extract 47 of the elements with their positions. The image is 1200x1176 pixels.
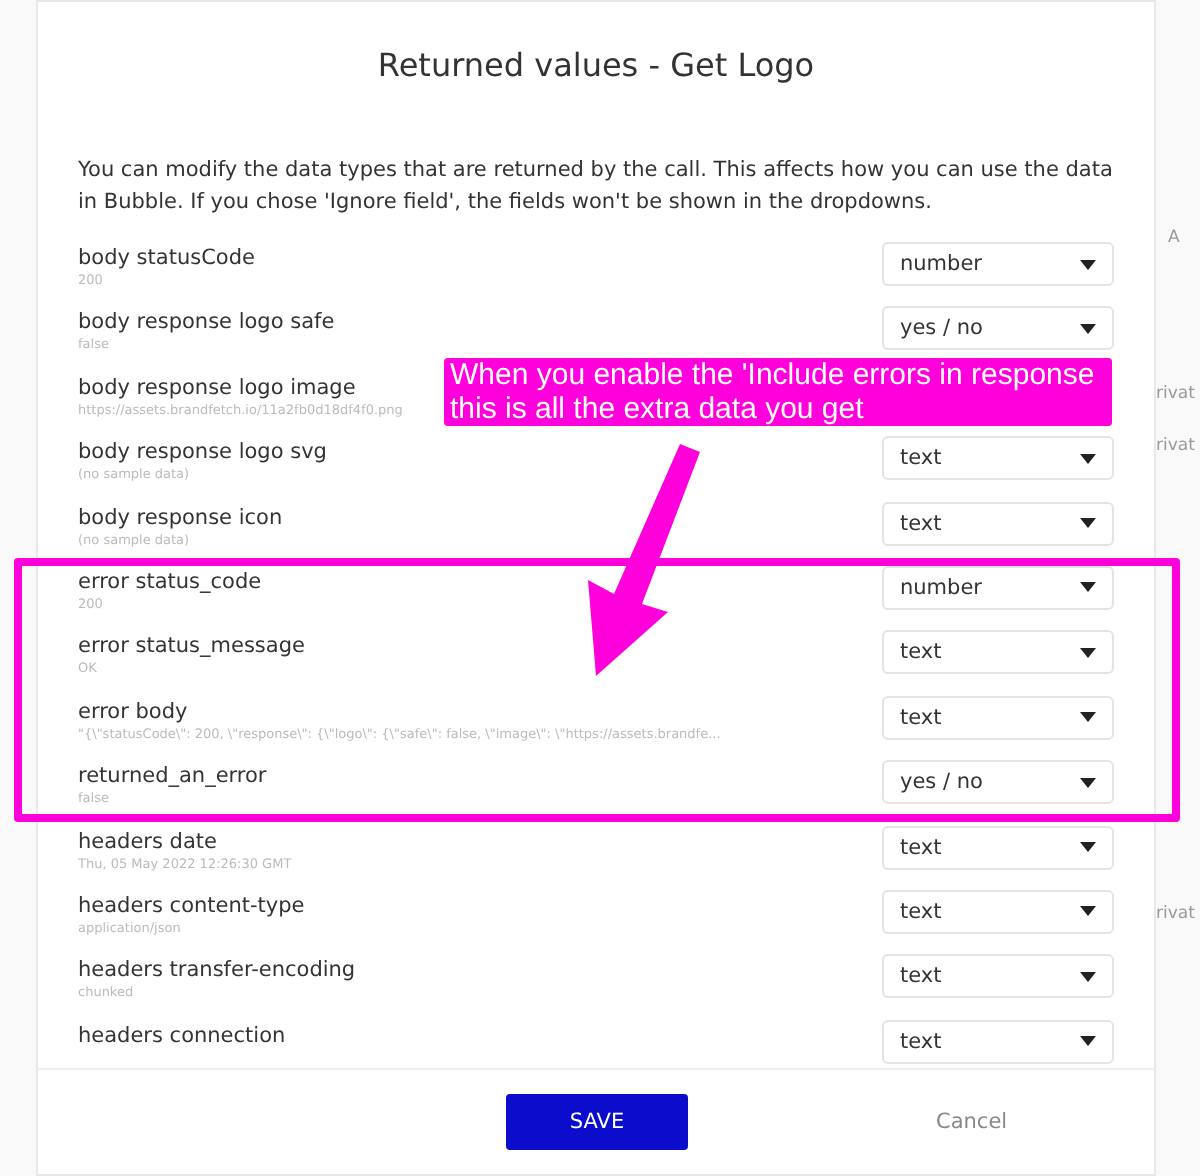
- background-text: rivat: [1156, 384, 1197, 404]
- annotation-callout: When you enable the 'Include errors in response this is all the extra data you get: [444, 358, 1112, 426]
- field-name: body response icon: [78, 505, 283, 530]
- type-dropdown[interactable]: text: [882, 954, 1114, 999]
- background-text: rivat: [1156, 436, 1197, 456]
- caret-icon: [1080, 323, 1096, 334]
- caret-icon: [1080, 453, 1096, 464]
- caret-icon: [1080, 647, 1096, 658]
- background-text: A: [1168, 228, 1182, 248]
- field-name: error status_message: [78, 634, 305, 659]
- type-dropdown[interactable]: text: [882, 630, 1114, 675]
- type-dropdown[interactable]: text: [882, 825, 1114, 870]
- arrow-icon: [588, 444, 700, 676]
- caret-icon: [1080, 971, 1096, 982]
- type-dropdown[interactable]: text: [882, 695, 1114, 740]
- type-dropdown[interactable]: number: [882, 565, 1114, 610]
- type-dropdown[interactable]: text: [882, 436, 1114, 481]
- field-name: body response logo safe: [78, 310, 335, 335]
- type-dropdown[interactable]: number: [882, 242, 1114, 286]
- dialog-title: Returned values - Get Logo: [375, 44, 817, 88]
- type-dropdown[interactable]: text: [882, 501, 1114, 546]
- field-name: headers date: [78, 829, 219, 854]
- caret-icon: [1080, 712, 1096, 723]
- caret-icon: [1080, 582, 1096, 593]
- field-name: headers connection: [78, 1023, 286, 1048]
- type-dropdown[interactable]: text: [882, 1019, 1114, 1064]
- type-dropdown[interactable]: yes / no: [882, 306, 1114, 351]
- caret-icon: [1080, 518, 1096, 529]
- type-dropdown[interactable]: yes / no: [882, 760, 1114, 805]
- cancel-button[interactable]: Cancel: [928, 1106, 1016, 1138]
- field-name: body response logo svg: [78, 440, 327, 465]
- caret-icon: [1080, 906, 1096, 917]
- caret-icon: [1080, 259, 1096, 269]
- field-name: error status_code: [78, 569, 262, 594]
- field-name: headers content-type: [78, 893, 305, 918]
- field-name: headers transfer-encoding: [78, 958, 356, 983]
- type-dropdown[interactable]: text: [882, 889, 1114, 934]
- description-text: You can modify the data types that are returned by the call. This affects how you can use the data in Bubble. If you chose 'Ignore field', the fields won't be shown in the dropdowns.: [76, 156, 1115, 218]
- field-name: error body: [78, 699, 190, 724]
- field-name: body response logo image: [78, 375, 358, 400]
- field-name: body statusCode: [78, 246, 255, 270]
- field-name: returned_an_error: [78, 764, 267, 789]
- save-button[interactable]: SAVE: [506, 1094, 688, 1150]
- background-text: rivat: [1156, 904, 1197, 924]
- caret-icon: [1080, 842, 1096, 853]
- caret-icon: [1080, 1036, 1096, 1047]
- caret-icon: [1080, 777, 1096, 788]
